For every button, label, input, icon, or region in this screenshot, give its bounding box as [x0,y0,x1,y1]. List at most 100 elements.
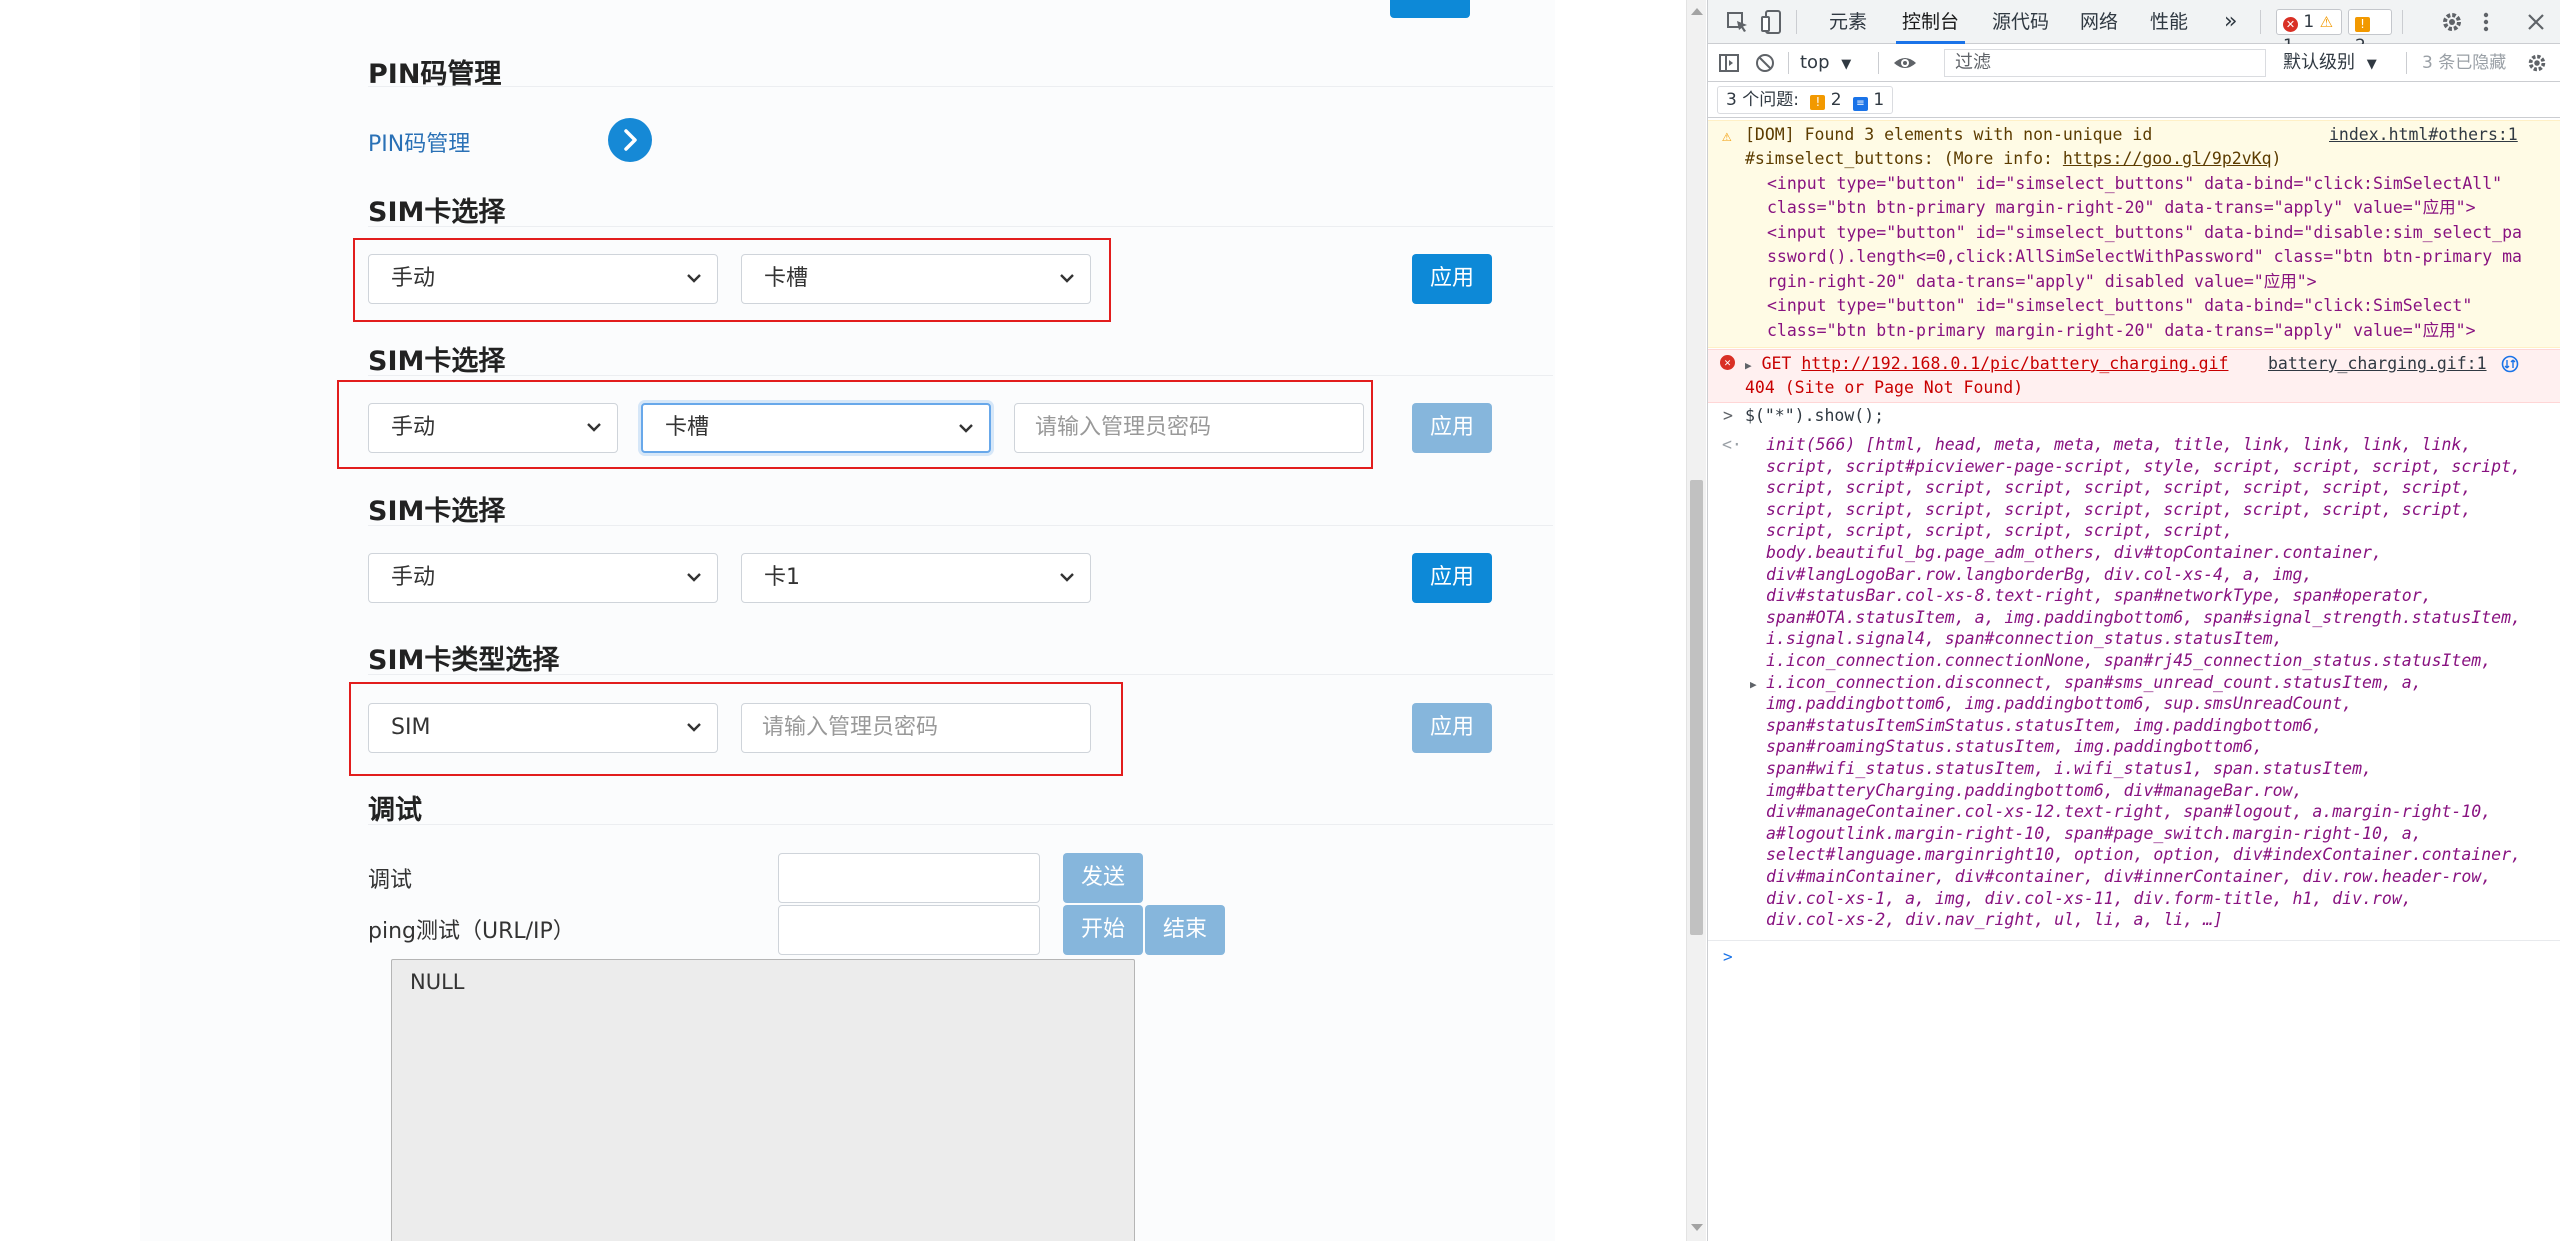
console-command: > $("*").show(); [1708,404,2560,430]
warning-source-link[interactable]: index.html#others:1 [2329,123,2518,148]
pin-manage-arrow-button[interactable] [608,118,652,162]
sim3-apply-button[interactable]: 应用 [1412,553,1492,603]
close-icon[interactable] [2526,12,2546,32]
dropdown-arrow-icon: ▼ [1841,57,1852,72]
context-select[interactable]: top ▼ [1800,50,1851,78]
scrollbar-thumb[interactable] [1690,480,1703,935]
inspect-element-icon[interactable] [1726,11,1750,33]
expand-arrow-icon[interactable]: ▶ [1745,359,1752,372]
gear-icon[interactable] [2440,10,2464,34]
chevron-down-icon [687,723,701,732]
warning-code-line: class="btn btn-primary margin-right-20" … [1767,321,2476,340]
tab-sources[interactable]: 源代码 [1992,0,2049,44]
ping-start-button[interactable]: 开始 [1063,905,1143,955]
warning-info-link[interactable]: https://goo.gl/9p2vKq [2063,149,2272,168]
sim1-slot-select[interactable]: 卡槽 [741,254,1091,304]
debug-label: 调试 [368,868,413,893]
network-request-icon[interactable] [2501,355,2519,373]
issue-icon: ! [2355,17,2370,32]
sim2-slot-value: 卡槽 [665,415,710,440]
console-prompt-input[interactable]: > [1708,940,2560,1240]
debug-output-textarea[interactable]: NULL [391,959,1135,1241]
section-divider [368,525,1553,526]
device-toggle-icon[interactable] [1760,9,1784,35]
context-value: top [1800,52,1830,73]
sidebar-toggle-icon[interactable] [1718,52,1740,74]
sim-type-password-input[interactable]: 请输入管理员密码 [741,703,1091,753]
devtools-tab-bar: 元素 控制台 源代码 网络 性能 » ✕ 1 ⚠ 1 ! 2 [1708,0,2560,56]
warning-code-line: rgin-right-20" data-trans="apply" disabl… [1767,272,2317,291]
error-source-link[interactable]: battery_charging.gif:1 [2268,352,2487,377]
tab-separator [2402,10,2403,34]
section-divider [368,375,1553,376]
console-toolbar: top ▼ 过滤 默认级别 ▼ 3 条已隐藏 [1708,44,2560,82]
section-divider [368,824,1553,825]
log-level-value: 默认级别 [2283,52,2355,73]
tab-separator [1788,52,1789,74]
prompt-chevron-icon: > [1723,406,1733,425]
warning-code-line: class="btn btn-primary margin-right-20" … [1767,198,2476,217]
tab-elements[interactable]: 元素 [1829,0,1867,44]
scroll-down-arrow[interactable] [1691,1224,1703,1231]
console-warning-message: ⚠ [DOM] Found 3 elements with non-unique… [1708,120,2560,348]
clear-console-icon[interactable] [1754,52,1776,74]
issues-bar: 3 个问题: ! 2 ≡ 1 [1708,82,2560,118]
ping-label: ping测试（URL/IP） [368,919,575,944]
sim2-mode-select[interactable]: 手动 [368,403,618,453]
error-count: 1 [2303,12,2315,32]
warning-code-line: <input type="button" id="simselect_butto… [1767,223,2522,242]
sim3-slot-select[interactable]: 卡1 [741,553,1091,603]
sim-type-apply-button[interactable]: 应用 [1412,703,1492,753]
issue-warning-icon: ! [1810,95,1826,110]
devtools-panel: 元素 控制台 源代码 网络 性能 » ✕ 1 ⚠ 1 ! 2 top ▼ 过滤 [1707,0,2560,1241]
sim-type-select[interactable]: SIM [368,703,718,753]
top-apply-button[interactable] [1390,0,1470,18]
sim3-slot-value: 卡1 [764,565,800,590]
sim1-slot-value: 卡槽 [764,266,809,291]
issues-info-count: 1 [1873,90,1885,110]
issues-badge[interactable]: ! 2 [2348,9,2392,56]
gear-icon[interactable] [2526,52,2548,74]
warning-text-2-end: ) [2271,149,2282,168]
warning-code-line: ssword().length<=0,click:AllSimSelectWit… [1767,247,2522,266]
tab-network[interactable]: 网络 [2080,0,2118,44]
scroll-up-arrow[interactable] [1691,8,1703,15]
sim2-mode-value: 手动 [391,415,436,440]
sim1-mode-select[interactable]: 手动 [368,254,718,304]
tab-console[interactable]: 控制台 [1895,0,1966,44]
sim3-mode-value: 手动 [391,565,436,590]
chevron-down-icon [959,424,973,433]
tab-performance[interactable]: 性能 [2150,0,2188,44]
tab-separator [2260,10,2261,34]
page-scrollbar[interactable] [1686,0,1706,1241]
error-method: GET [1761,354,1792,373]
issues-warn-count: 2 [1830,90,1842,110]
error-url-link[interactable]: http://192.168.0.1/pic/battery_charging.… [1801,354,2228,373]
eye-icon[interactable] [1892,52,1918,74]
ping-input[interactable] [778,905,1040,955]
debug-input[interactable] [778,853,1040,903]
ping-end-button[interactable]: 结束 [1145,905,1225,955]
sim2-slot-select[interactable]: 卡槽 [641,403,991,453]
sim3-mode-select[interactable]: 手动 [368,553,718,603]
error-warning-badge[interactable]: ✕ 1 ⚠ 1 [2276,9,2342,56]
console-filter-input[interactable]: 过滤 [1944,49,2266,77]
more-vertical-icon[interactable] [2480,10,2492,34]
tab-separator [2406,52,2407,74]
debug-output-text: NULL [410,970,465,994]
issues-button[interactable]: 3 个问题: ! 2 ≡ 1 [1717,86,1894,114]
send-button[interactable]: 发送 [1063,853,1143,903]
prompt-chevron-icon: > [1723,947,1733,966]
tab-separator [1796,10,1797,34]
pin-manage-link[interactable]: PIN码管理 [368,126,470,158]
result-line: div.col-xs-2, div.nav_right, ul, li, a, … [1766,910,2223,930]
expand-arrow-icon[interactable]: ▶ [1750,673,1757,698]
error-status: 404 (Site or Page Not Found) [1745,378,2024,397]
chevron-down-icon [1060,573,1074,582]
sim2-password-input[interactable]: 请输入管理员密码 [1014,403,1364,453]
sim2-apply-button[interactable]: 应用 [1412,403,1492,453]
log-level-select[interactable]: 默认级别 ▼ [2283,50,2377,78]
more-tabs-button[interactable]: » [2224,0,2237,44]
sim1-apply-button[interactable]: 应用 [1412,254,1492,304]
section-divider [368,226,1553,227]
